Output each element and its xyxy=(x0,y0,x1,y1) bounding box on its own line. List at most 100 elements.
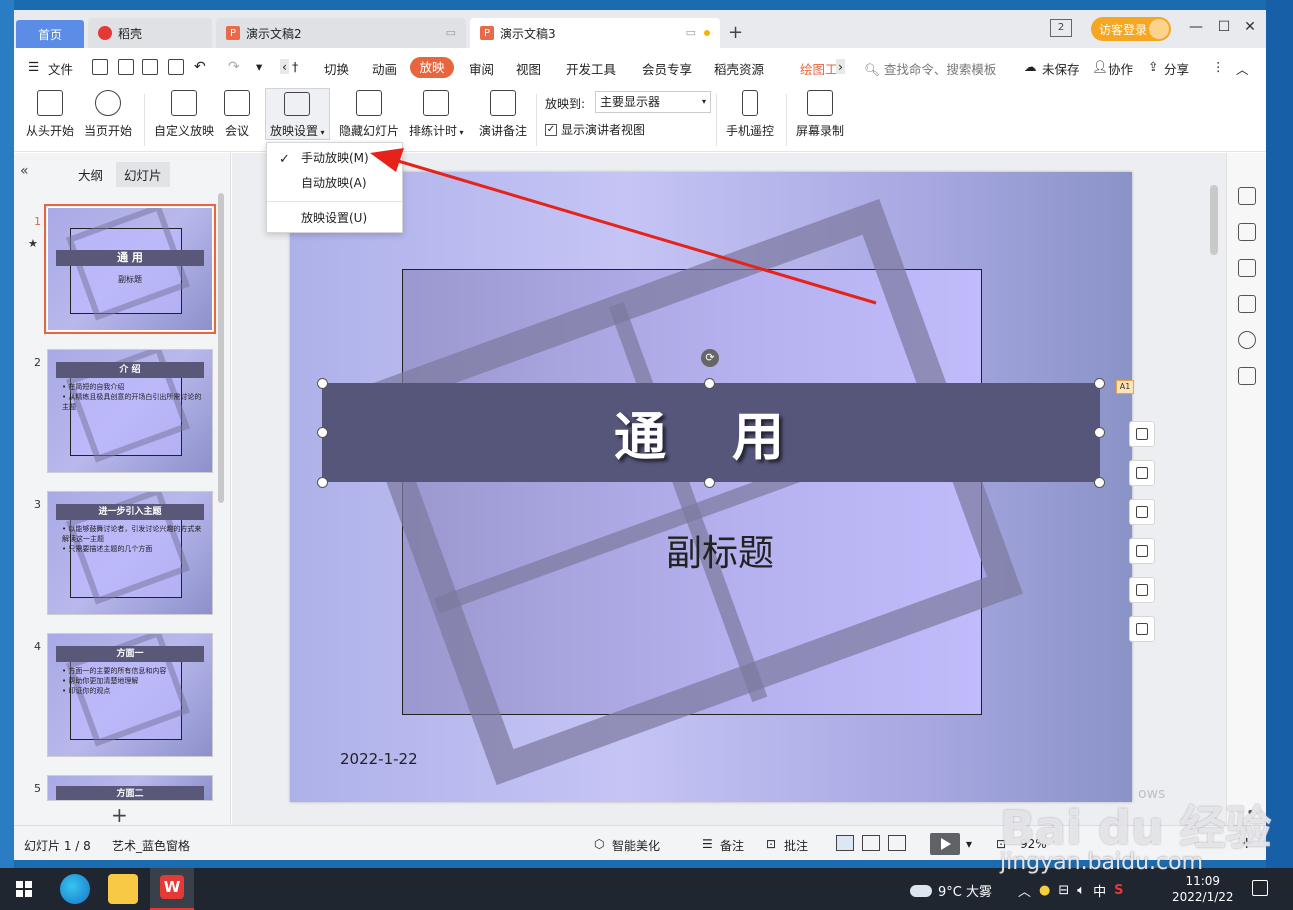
save-icon[interactable] xyxy=(92,59,108,75)
star-magic-icon[interactable] xyxy=(1238,259,1256,277)
screen-record-button[interactable]: 屏幕录制 xyxy=(796,90,844,139)
show-settings-button[interactable]: 放映设置 ▾ xyxy=(265,88,330,140)
collab-button[interactable]: 协作 xyxy=(1108,59,1133,78)
tab-doc3[interactable]: P 演示文稿3 ▭ xyxy=(470,18,720,48)
export-icon[interactable] xyxy=(118,59,134,75)
add-slide-button[interactable]: + xyxy=(111,803,128,827)
rocket-icon[interactable] xyxy=(1238,187,1256,205)
menu-view[interactable]: 视图 xyxy=(516,59,541,78)
slide-title[interactable]: 通 用 xyxy=(614,395,808,470)
resize-handle[interactable] xyxy=(704,477,715,488)
monitor-icon[interactable]: ▭ xyxy=(686,26,696,39)
ime-indicator[interactable]: 中 xyxy=(1093,881,1106,900)
border-tool-button[interactable] xyxy=(1129,538,1155,564)
window-count-button[interactable]: 2 xyxy=(1050,19,1072,37)
resize-handle[interactable] xyxy=(1094,477,1105,488)
layers-tool-button[interactable] xyxy=(1129,421,1155,447)
slide-sorter-icon[interactable] xyxy=(862,835,880,851)
menu-review[interactable]: 审阅 xyxy=(469,59,494,78)
file-explorer-icon[interactable] xyxy=(108,874,138,904)
tab-daoke[interactable]: 稻壳 xyxy=(88,18,212,48)
outline-tab[interactable]: 大纲 xyxy=(78,165,103,184)
comments-button[interactable]: 批注 xyxy=(784,837,808,854)
menu-transition[interactable]: 切换 xyxy=(324,59,349,78)
tray-expand-icon[interactable]: ︿ xyxy=(1018,881,1031,900)
guest-login-button[interactable]: 访客登录 xyxy=(1091,17,1171,41)
slide-thumbnail-4[interactable]: 方面一 • 方面一的主要的所有信息和内容 • 帮助你更加清楚地理解 • 印证你的… xyxy=(47,633,213,757)
presenter-view-option[interactable]: ✓ 显示演讲者视图 xyxy=(545,121,645,138)
normal-view-icon[interactable] xyxy=(836,835,854,851)
help-icon[interactable] xyxy=(1238,331,1256,349)
menu-daoke-resources[interactable]: 稻壳资源 xyxy=(714,59,764,78)
rehearse-timing-button[interactable]: 排练计时 ▾ xyxy=(409,90,464,139)
resize-handle[interactable] xyxy=(317,378,328,389)
tab-doc2[interactable]: P 演示文稿2 ▭ xyxy=(216,18,466,48)
resize-handle[interactable] xyxy=(1094,427,1105,438)
rotate-handle-icon[interactable]: ⟳ xyxy=(701,349,719,367)
volume-icon[interactable]: 🔈︎ xyxy=(1077,883,1085,898)
collapse-ribbon-icon[interactable]: ︿ xyxy=(1236,59,1249,78)
network-icon[interactable]: ⊟ xyxy=(1058,883,1069,898)
slide-subtitle[interactable]: 副标题 xyxy=(290,524,1132,576)
minimize-icon[interactable]: — xyxy=(1186,19,1206,35)
command-search[interactable]: 🔍︎ 查找命令、搜索模板 xyxy=(864,59,996,78)
resize-handle[interactable] xyxy=(1094,378,1105,389)
slide-date[interactable]: 2022-1-22 xyxy=(340,750,418,768)
chevron-down-icon[interactable]: ▾ xyxy=(966,837,972,851)
idea-tool-button[interactable] xyxy=(1129,577,1155,603)
slide-thumbnail-5[interactable]: 方面二 xyxy=(47,775,213,801)
slides-tab[interactable]: 幻灯片 xyxy=(116,162,170,187)
theme-name[interactable]: 艺术_蓝色窗格 xyxy=(112,837,190,854)
thumbnail-scrollbar[interactable] xyxy=(218,193,224,503)
speaker-notes-button[interactable]: 演讲备注 xyxy=(479,90,527,139)
share-button[interactable]: 分享 xyxy=(1164,59,1189,78)
backup-icon[interactable] xyxy=(1238,367,1256,385)
presenter-view-checkbox[interactable]: ✓ xyxy=(545,123,557,136)
quick-access-dropdown-icon[interactable]: ▾ xyxy=(256,59,262,74)
slide-thumbnail-2[interactable]: 介 绍 • 在简短的自我介绍 • 从精练且极具创意的开场白引出所需讨论的主题 xyxy=(47,349,213,473)
notification-icon[interactable] xyxy=(1252,880,1268,896)
new-tab-button[interactable]: + xyxy=(728,22,743,43)
menu-animation[interactable]: 动画 xyxy=(372,59,397,78)
slide-thumbnail-3[interactable]: 进一步引入主题 • 以能够鼓舞讨论者，引发讨论兴趣的方式来解读这一主题 • 只需… xyxy=(47,491,213,615)
menu-file[interactable]: 文件 xyxy=(48,59,73,78)
hide-slide-button[interactable]: 隐藏幻灯片 xyxy=(339,90,399,139)
menu-slideshow[interactable]: 放映 xyxy=(410,57,454,78)
maximize-icon[interactable]: ☐ xyxy=(1214,19,1234,35)
meeting-button[interactable]: 会议 xyxy=(224,90,250,139)
print-icon[interactable] xyxy=(142,59,158,75)
from-start-button[interactable]: 从头开始 xyxy=(26,90,74,139)
play-slideshow-button[interactable] xyxy=(930,833,960,855)
resize-handle[interactable] xyxy=(317,427,328,438)
collapse-pane-icon[interactable]: « xyxy=(20,163,29,179)
from-current-button[interactable]: 当页开始 xyxy=(84,90,132,139)
undo-icon[interactable]: ↶ xyxy=(194,59,206,75)
wps-taskbar-button[interactable]: W xyxy=(150,868,194,910)
windows-start-icon[interactable] xyxy=(16,881,32,897)
menu-developer[interactable]: 开发工具 xyxy=(566,59,616,78)
phone-remote-button[interactable]: 手机遥控 xyxy=(726,90,774,139)
tray-app-icon[interactable]: ● xyxy=(1039,883,1050,898)
resize-handle[interactable] xyxy=(317,477,328,488)
sliders-icon[interactable] xyxy=(1238,223,1256,241)
slide-thumbnail-1[interactable]: 通 用 副标题 xyxy=(44,204,216,334)
more-menu-icon[interactable]: ⋮ xyxy=(1212,59,1225,74)
pen-tool-button[interactable] xyxy=(1129,460,1155,486)
transition-icon[interactable] xyxy=(1238,295,1256,313)
text-format-tool-button[interactable] xyxy=(1129,616,1155,642)
scroll-left-icon[interactable]: ‹ xyxy=(280,59,289,74)
notes-button[interactable]: 备注 xyxy=(720,837,744,854)
title-placeholder[interactable]: 通 用 xyxy=(322,383,1100,482)
smart-beautify-button[interactable]: 智能美化 xyxy=(612,837,660,854)
auto-show-option[interactable]: 自动放映(A) xyxy=(267,171,402,195)
sogou-ime-icon[interactable]: S xyxy=(1114,883,1123,898)
hamburger-icon[interactable]: ☰ xyxy=(28,59,39,74)
menu-drawing-tools[interactable]: 绘图工 xyxy=(800,59,838,78)
weather-widget[interactable]: 9°C 大雾 xyxy=(910,881,992,900)
menu-member[interactable]: 会员专享 xyxy=(642,59,692,78)
editor-scrollbar[interactable] xyxy=(1210,185,1218,255)
show-to-select[interactable]: 主要显示器 ▾ xyxy=(595,91,711,113)
manual-show-option[interactable]: ✓ 手动放映(M) xyxy=(267,146,402,170)
resize-handle[interactable] xyxy=(704,378,715,389)
current-slide[interactable]: 通 用 副标题 2022-1-22 ⟳ xyxy=(290,172,1132,802)
